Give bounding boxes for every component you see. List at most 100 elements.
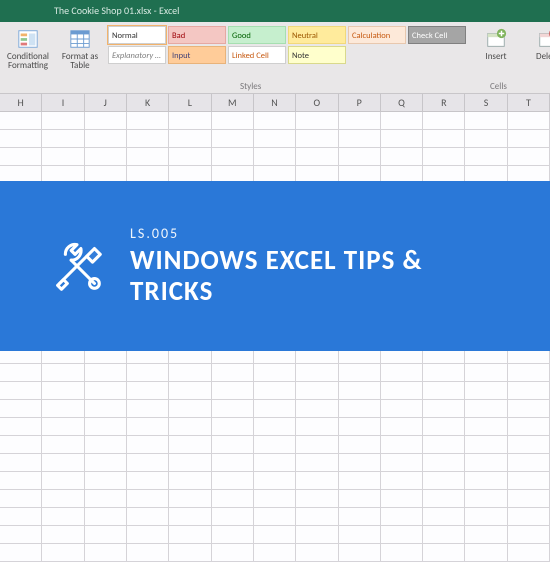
cell[interactable] xyxy=(127,472,169,490)
cell[interactable] xyxy=(169,544,211,562)
cell[interactable] xyxy=(127,508,169,526)
cell[interactable] xyxy=(381,508,423,526)
cell[interactable] xyxy=(339,544,381,562)
cell[interactable] xyxy=(169,526,211,544)
cell[interactable] xyxy=(254,112,296,130)
cell[interactable] xyxy=(339,490,381,508)
cell[interactable] xyxy=(0,130,42,148)
cell[interactable] xyxy=(85,418,127,436)
cell[interactable] xyxy=(85,112,127,130)
cell[interactable] xyxy=(85,130,127,148)
cell[interactable] xyxy=(127,400,169,418)
cell[interactable] xyxy=(169,454,211,472)
cell[interactable] xyxy=(169,472,211,490)
cell[interactable] xyxy=(381,526,423,544)
cell[interactable] xyxy=(0,472,42,490)
style-cell-note[interactable]: Note xyxy=(288,46,346,64)
cell[interactable] xyxy=(508,382,550,400)
style-cell-input[interactable]: Input xyxy=(168,46,226,64)
cell[interactable] xyxy=(339,526,381,544)
cell[interactable] xyxy=(0,454,42,472)
cell[interactable] xyxy=(339,508,381,526)
cell[interactable] xyxy=(339,382,381,400)
cell[interactable] xyxy=(381,130,423,148)
cell[interactable] xyxy=(423,436,465,454)
cell[interactable] xyxy=(296,400,338,418)
cell[interactable] xyxy=(254,130,296,148)
cell[interactable] xyxy=(465,418,507,436)
cell[interactable] xyxy=(42,508,84,526)
format-as-table-button[interactable]: Format as Table xyxy=(54,26,106,80)
cell[interactable] xyxy=(465,508,507,526)
cell[interactable] xyxy=(85,526,127,544)
cell[interactable] xyxy=(42,454,84,472)
cell[interactable] xyxy=(0,382,42,400)
cell[interactable] xyxy=(127,418,169,436)
cell[interactable] xyxy=(423,544,465,562)
cell[interactable] xyxy=(465,382,507,400)
column-header[interactable]: P xyxy=(339,94,381,111)
cell[interactable] xyxy=(42,544,84,562)
cell[interactable] xyxy=(212,418,254,436)
cell[interactable] xyxy=(465,364,507,382)
column-header[interactable]: R xyxy=(423,94,465,111)
cell[interactable] xyxy=(508,544,550,562)
column-header[interactable]: M xyxy=(212,94,254,111)
cell[interactable] xyxy=(508,472,550,490)
cell[interactable] xyxy=(169,364,211,382)
cell[interactable] xyxy=(423,364,465,382)
column-header[interactable]: J xyxy=(85,94,127,111)
cell[interactable] xyxy=(169,508,211,526)
column-header[interactable]: I xyxy=(42,94,84,111)
cell[interactable] xyxy=(212,490,254,508)
cell[interactable] xyxy=(423,454,465,472)
cell[interactable] xyxy=(423,382,465,400)
cell[interactable] xyxy=(254,508,296,526)
column-header[interactable]: Q xyxy=(381,94,423,111)
cell[interactable] xyxy=(508,526,550,544)
style-cell-bad[interactable]: Bad xyxy=(168,26,226,44)
style-cell-neutral[interactable]: Neutral xyxy=(288,26,346,44)
cell[interactable] xyxy=(339,112,381,130)
cell[interactable] xyxy=(0,112,42,130)
cell[interactable] xyxy=(42,364,84,382)
cell[interactable] xyxy=(42,382,84,400)
cell[interactable] xyxy=(296,472,338,490)
cell[interactable] xyxy=(42,490,84,508)
cell[interactable] xyxy=(169,418,211,436)
cell[interactable] xyxy=(212,130,254,148)
cell[interactable] xyxy=(254,418,296,436)
cell[interactable] xyxy=(127,544,169,562)
cell[interactable] xyxy=(169,148,211,166)
cell[interactable] xyxy=(339,436,381,454)
cell[interactable] xyxy=(296,508,338,526)
cell[interactable] xyxy=(423,400,465,418)
cell[interactable] xyxy=(423,112,465,130)
cell[interactable] xyxy=(423,490,465,508)
cell[interactable] xyxy=(508,112,550,130)
cell[interactable] xyxy=(381,454,423,472)
cell[interactable] xyxy=(0,544,42,562)
cell[interactable] xyxy=(85,490,127,508)
cell[interactable] xyxy=(127,490,169,508)
cell[interactable] xyxy=(465,112,507,130)
cell[interactable] xyxy=(508,400,550,418)
cell[interactable] xyxy=(296,454,338,472)
cell[interactable] xyxy=(85,508,127,526)
cell[interactable] xyxy=(423,472,465,490)
cell[interactable] xyxy=(381,112,423,130)
cell[interactable] xyxy=(0,418,42,436)
cell[interactable] xyxy=(465,472,507,490)
cell[interactable] xyxy=(465,526,507,544)
cell[interactable] xyxy=(465,454,507,472)
cell[interactable] xyxy=(0,490,42,508)
cell[interactable] xyxy=(381,436,423,454)
cell[interactable] xyxy=(212,508,254,526)
cell[interactable] xyxy=(423,418,465,436)
cell[interactable] xyxy=(169,130,211,148)
cell[interactable] xyxy=(85,400,127,418)
delete-button[interactable]: Delete xyxy=(522,26,550,80)
cell[interactable] xyxy=(85,382,127,400)
cell[interactable] xyxy=(465,436,507,454)
cell[interactable] xyxy=(508,490,550,508)
